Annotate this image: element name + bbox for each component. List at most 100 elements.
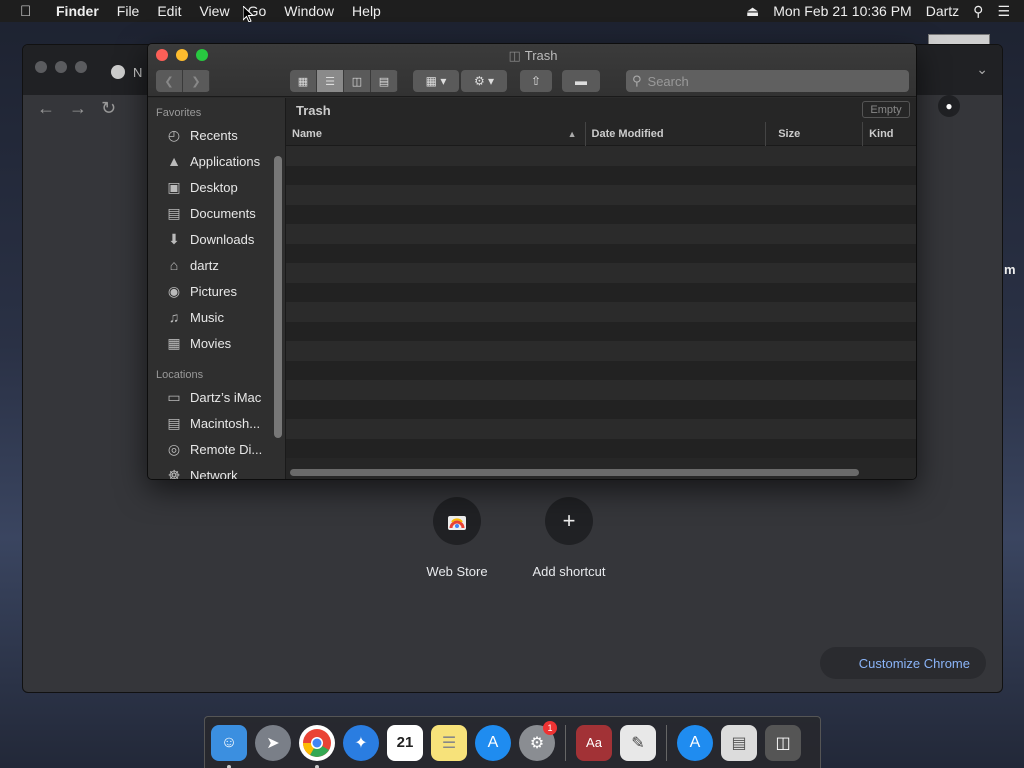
empty-row <box>286 204 916 224</box>
sidebar-item-desktop[interactable]: ▣ Desktop <box>148 174 285 200</box>
icon-view-button[interactable]: ▦ <box>290 70 317 92</box>
profile-avatar-icon[interactable]: ● <box>938 95 960 117</box>
sidebar-item-label: Movies <box>190 335 232 351</box>
disk-icon: ▤ <box>167 414 181 431</box>
action-gear-button[interactable]: ⚙ ▾ <box>461 70 507 92</box>
sidebar-item-documents[interactable]: ▤ Documents <box>148 200 285 226</box>
menu-app[interactable]: Finder <box>56 3 99 19</box>
dock-safari-icon[interactable]: ✦ <box>343 724 379 761</box>
customize-chrome-button[interactable]: Customize Chrome <box>820 647 986 679</box>
sidebar-item-recents[interactable]: ◴ Recents <box>148 122 285 148</box>
dock-notes-icon[interactable]: ☰ <box>431 724 467 761</box>
column-header-date-modified[interactable]: Date Modified <box>586 122 767 146</box>
sidebar-item-music[interactable]: ♫ Music <box>148 304 285 330</box>
column-view-button[interactable]: ◫ <box>344 70 371 92</box>
sidebar-item-movies[interactable]: ▦ Movies <box>148 330 285 356</box>
sidebar-item-label: Applications <box>190 153 261 169</box>
empty-trash-button[interactable]: Empty <box>862 101 910 118</box>
shortcut-web-store[interactable]: Web Store <box>401 497 513 579</box>
finder-search-field[interactable]: ⚲ Search <box>626 70 909 92</box>
notification-center-icon[interactable]: ☰ <box>997 3 1010 20</box>
column-header-size[interactable]: Size <box>766 122 864 146</box>
history-nav: ❮ ❯ <box>156 70 210 92</box>
back-icon[interactable]: ← <box>37 98 55 119</box>
sidebar-item-label: dartz <box>190 257 219 273</box>
reload-icon[interactable]: ↻ <box>101 98 116 119</box>
menu-help[interactable]: Help <box>352 3 381 19</box>
menu-file[interactable]: File <box>117 3 140 19</box>
sidebar-item-downloads[interactable]: ⬇ Downloads <box>148 226 285 252</box>
empty-row <box>286 380 916 400</box>
sidebar-item-home[interactable]: ⌂ dartz <box>148 252 285 278</box>
menu-view[interactable]: View <box>199 3 229 19</box>
calendar-day: 21 <box>396 734 414 751</box>
search-placeholder: Search <box>647 73 689 89</box>
clock-icon: ◴ <box>167 126 181 143</box>
dock-document-icon[interactable]: ▤ <box>721 724 757 761</box>
dock-calendar-icon[interactable]: 21 <box>387 724 423 761</box>
empty-row <box>286 263 916 283</box>
list-view-button[interactable]: ☰ <box>317 70 344 92</box>
apple-icon[interactable]:  <box>20 3 40 20</box>
horizontal-scrollbar[interactable] <box>290 469 859 476</box>
view-mode-segmented: ▦ ☰ ◫ ▤ <box>290 70 398 92</box>
trash-title-icon: ◫ <box>508 48 521 63</box>
column-header-name[interactable]: Name ▲ <box>286 122 586 146</box>
running-indicator <box>227 764 231 768</box>
dock: ☺ ➤ ✦ 21 ☰ A ⚙ 1 Aa ✎ A ▤ ◫ <box>204 716 821 768</box>
share-button[interactable]: ⇧ <box>520 70 552 92</box>
sidebar-item-label: Macintosh... <box>190 415 261 431</box>
finder-titlebar: ◫ Trash ❮ ❯ ▦ ☰ ◫ ▤ ▦ ▾ ⚙ ▾ ⇧ ▬ ⚲ Search <box>148 44 916 97</box>
menu-window[interactable]: Window <box>284 3 334 19</box>
sidebar-item-pictures[interactable]: ◉ Pictures <box>148 278 285 304</box>
chrome-zoom-button[interactable] <box>75 61 87 73</box>
dock-gear-icon[interactable]: ⚙ 1 <box>519 720 557 761</box>
dock-appstore-icon[interactable]: A <box>475 724 511 761</box>
eject-icon[interactable]: ⏏ <box>746 3 759 20</box>
music-icon: ♫ <box>168 309 180 325</box>
group-by-button[interactable]: ▦ ▾ <box>413 70 459 92</box>
empty-row <box>286 185 916 205</box>
finder-forward-button[interactable]: ❯ <box>183 70 210 92</box>
tab-search-chevron-icon[interactable]: ⌄ <box>976 61 988 78</box>
dock-chrome-icon[interactable] <box>299 724 335 768</box>
tags-button[interactable]: ▬ <box>562 70 600 92</box>
sidebar-item-imac[interactable]: ▭ Dartz’s iMac <box>148 384 285 410</box>
locations-heading: Locations <box>156 369 204 381</box>
shortcut-label: Add shortcut <box>532 564 606 579</box>
sidebar-scrollbar[interactable] <box>274 156 282 438</box>
sidebar-item-label: Pictures <box>190 283 237 299</box>
search-icon[interactable]: ⚲ <box>973 3 983 20</box>
chrome-tab-favicon-icon <box>111 65 125 79</box>
column-header-kind[interactable]: Kind <box>863 122 916 146</box>
add-shortcut-button[interactable]: + Add shortcut <box>513 497 625 579</box>
sidebar-item-network[interactable]: ☸ Network <box>148 462 285 480</box>
chrome-minimize-button[interactable] <box>55 61 67 73</box>
empty-row <box>286 243 916 263</box>
dock-separator <box>666 724 667 761</box>
film-icon: ▦ <box>167 334 181 351</box>
dock-separator <box>565 724 566 761</box>
forward-icon[interactable]: → <box>69 98 87 119</box>
dock-finder-icon[interactable]: ☺ <box>211 724 247 768</box>
empty-row <box>286 399 916 419</box>
sidebar-item-remote-disc[interactable]: ◎ Remote Di... <box>148 436 285 462</box>
dock-dictionary-icon[interactable]: Aa <box>576 724 612 761</box>
dock-textedit-icon[interactable]: ✎ <box>620 724 656 761</box>
finder-title-text: Trash <box>524 48 558 63</box>
clock-text[interactable]: Mon Feb 21 10:36 PM <box>773 3 912 19</box>
file-list[interactable] <box>286 146 916 462</box>
dock-launchpad-icon[interactable]: ➤ <box>255 724 291 761</box>
gallery-view-button[interactable]: ▤ <box>371 70 398 92</box>
dock-appstore-icon-2[interactable]: A <box>677 724 713 761</box>
dock-trash-icon[interactable]: ◫ <box>765 724 801 761</box>
sidebar-item-applications[interactable]: ▲ Applications <box>148 148 285 174</box>
desktop-label-fragment: m <box>1004 262 1016 277</box>
sidebar-item-macintosh-hd[interactable]: ▤ Macintosh... <box>148 410 285 436</box>
sidebar-item-label: Network <box>190 467 238 480</box>
column-header-label: Date Modified <box>591 128 664 140</box>
menu-edit[interactable]: Edit <box>157 3 181 19</box>
chrome-close-button[interactable] <box>35 61 47 73</box>
finder-back-button[interactable]: ❮ <box>156 70 183 92</box>
user-name[interactable]: Dartz <box>926 3 959 19</box>
